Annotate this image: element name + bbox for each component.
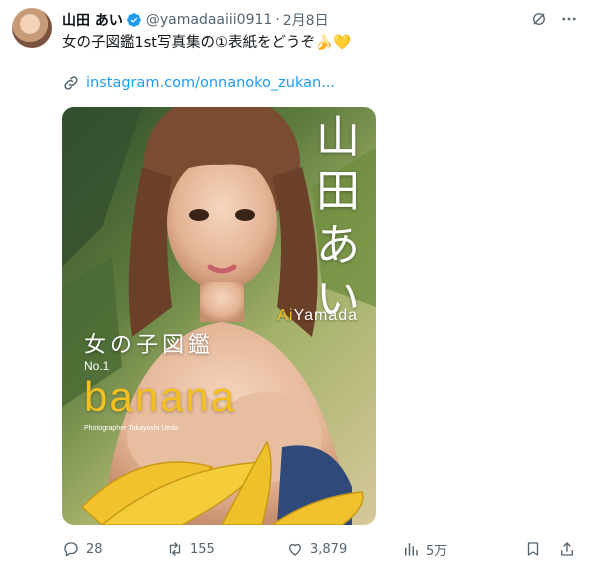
- reply-button[interactable]: 28: [62, 540, 166, 558]
- cover-number: No.1: [84, 359, 110, 373]
- reply-icon: [64, 542, 78, 557]
- reply-count: 28: [86, 541, 103, 557]
- cover-photographer-credit: Photographer Takayoshi Ueda: [84, 425, 179, 432]
- cover-roman-suffix: Yamada: [293, 307, 358, 324]
- tweet-media-image[interactable]: 山田あい AiYamada 女の子図鑑 No.1 banana Photogra…: [62, 107, 376, 525]
- cover-roman-name: AiYamada: [277, 307, 358, 325]
- heart-icon: [289, 543, 301, 556]
- separator-dot: ·: [275, 12, 280, 28]
- tweet-text: 女の子図鑑1st写真集の①表紙をどうぞ🍌💛: [62, 35, 352, 51]
- link-text[interactable]: instagram.com/onnanoko_zukan...: [86, 73, 335, 93]
- views-icon: [405, 543, 418, 556]
- grok-icon[interactable]: [530, 10, 548, 28]
- retweet-button[interactable]: 155: [166, 540, 286, 558]
- external-link[interactable]: instagram.com/onnanoko_zukan...: [62, 73, 570, 93]
- author-handle[interactable]: @yamadaaiii0911: [146, 12, 272, 28]
- tweet-header: 山田 あい @yamadaaiii0911 · 2月8日: [62, 10, 578, 30]
- tweet-actions: 28 155 3,879 5万: [62, 538, 576, 560]
- like-button[interactable]: 3,879: [286, 540, 402, 558]
- bookmark-icon[interactable]: [524, 540, 542, 558]
- tweet-date[interactable]: 2月8日: [283, 10, 329, 30]
- share-icon[interactable]: [558, 540, 576, 558]
- more-icon[interactable]: [560, 10, 578, 28]
- retweet-count: 155: [190, 541, 215, 557]
- retweet-icon: [169, 542, 181, 556]
- views-count: 5万: [426, 543, 448, 559]
- link-icon: [64, 76, 78, 90]
- like-count: 3,879: [310, 541, 348, 557]
- author-name[interactable]: 山田 あい: [62, 10, 123, 30]
- views-button[interactable]: 5万: [402, 540, 508, 559]
- cover-title: banana: [84, 373, 237, 420]
- cover-vertical-name: 山田あい: [316, 112, 360, 325]
- avatar[interactable]: [12, 8, 52, 48]
- cover-series-title: 女の子図鑑: [84, 333, 215, 358]
- cover-roman-prefix: Ai: [277, 307, 294, 324]
- verified-badge-icon: [127, 13, 141, 27]
